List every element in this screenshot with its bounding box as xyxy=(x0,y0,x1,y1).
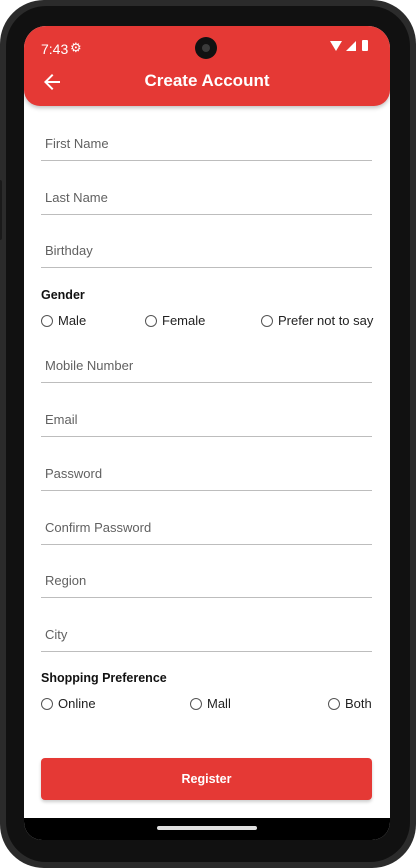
device-frame: 7:43 ⚙ Create Account First Name Last Na… xyxy=(0,0,416,868)
radio-circle[interactable] xyxy=(41,697,53,710)
radio-circle[interactable] xyxy=(41,314,53,327)
last-name-field[interactable] xyxy=(41,180,372,215)
last-name-input[interactable] xyxy=(41,180,372,214)
city-input[interactable] xyxy=(41,617,372,651)
gear-icon: ⚙ xyxy=(70,40,82,55)
gender-radio-female[interactable]: Female xyxy=(145,313,205,328)
shopping-radio-mall[interactable]: Mall xyxy=(190,696,231,711)
radio-circle[interactable] xyxy=(190,697,202,710)
email-input[interactable] xyxy=(41,402,372,436)
radio-circle[interactable] xyxy=(145,314,157,327)
home-gesture-handle[interactable] xyxy=(157,826,257,830)
radio-label: Male xyxy=(58,313,87,328)
wifi-icon xyxy=(330,40,342,51)
shopping-radio-online[interactable]: Online xyxy=(41,696,96,711)
radio-label: Online xyxy=(58,696,96,711)
app-bar: 7:43 ⚙ Create Account xyxy=(24,26,390,106)
status-bar: 7:43 ⚙ xyxy=(24,26,390,68)
page-title: Create Account xyxy=(144,71,270,90)
status-time: 7:43 xyxy=(41,41,69,57)
mobile-number-input[interactable] xyxy=(41,348,372,382)
confirm-password-input[interactable] xyxy=(41,510,372,544)
mobile-number-field[interactable] xyxy=(41,348,372,383)
status-icons xyxy=(330,40,368,51)
region-field[interactable] xyxy=(41,563,372,598)
app-screen: 7:43 ⚙ Create Account First Name Last Na… xyxy=(24,26,390,840)
confirm-password-field[interactable] xyxy=(41,510,372,545)
volume-button xyxy=(0,180,2,240)
radio-circle[interactable] xyxy=(261,314,273,327)
city-field[interactable] xyxy=(41,617,372,652)
gender-label: Gender xyxy=(41,288,85,302)
radio-label: Female xyxy=(162,313,206,328)
signal-icon xyxy=(346,40,356,51)
password-input[interactable] xyxy=(41,456,372,490)
register-button[interactable]: Register xyxy=(41,758,372,800)
radio-label: Prefer not to say xyxy=(278,313,374,328)
battery-icon xyxy=(362,40,368,51)
first-name-input[interactable] xyxy=(41,126,372,160)
radio-label: Mall xyxy=(207,696,231,711)
first-name-field[interactable] xyxy=(41,126,372,161)
system-nav-bar xyxy=(24,818,390,840)
password-field[interactable] xyxy=(41,456,372,491)
shopping-radio-both[interactable]: Both xyxy=(328,696,372,711)
birthday-field[interactable] xyxy=(41,233,372,268)
radio-circle[interactable] xyxy=(328,697,340,710)
shopping-preference-label: Shopping Preference xyxy=(41,671,167,685)
gender-radio-prefer-not-to-say[interactable]: Prefer not to say xyxy=(261,313,373,328)
gender-radio-male[interactable]: Male xyxy=(41,313,86,328)
region-input[interactable] xyxy=(41,563,372,597)
email-field[interactable] xyxy=(41,402,372,437)
birthday-input[interactable] xyxy=(41,233,372,267)
radio-label: Both xyxy=(345,696,372,711)
front-camera xyxy=(195,37,217,59)
